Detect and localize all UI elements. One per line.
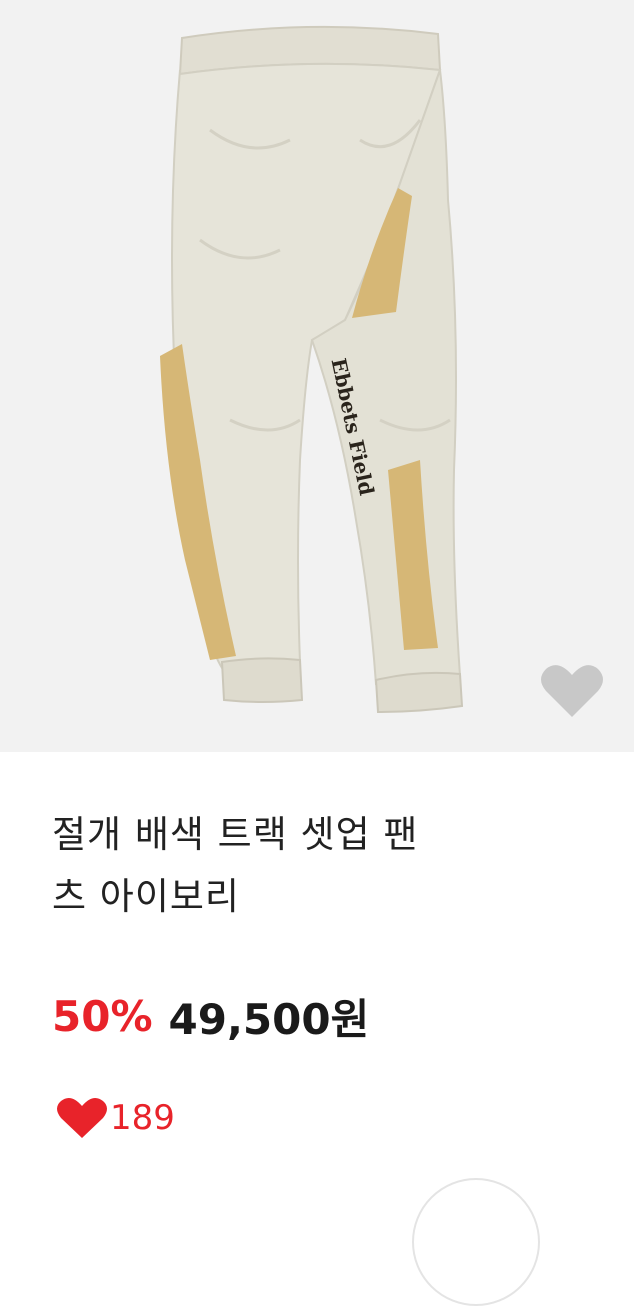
heart-icon xyxy=(541,665,603,717)
product-image[interactable]: Ebbets Field xyxy=(0,0,634,752)
product-title-line2: 츠 아이보리 xyxy=(52,875,240,918)
wishlist-button[interactable] xyxy=(536,660,608,722)
product-title-line1: 절개 배색 트랙 셋업 팬 xyxy=(52,813,419,856)
like-count-row: 189 xyxy=(56,1096,175,1140)
sale-price: 49,500원 xyxy=(168,994,370,1044)
price-row: 50% 49,500원 xyxy=(52,988,369,1044)
product-title: 절개 배색 트랙 셋업 팬 츠 아이보리 xyxy=(52,804,592,928)
like-count: 189 xyxy=(110,1098,175,1138)
floating-action-button[interactable] xyxy=(412,1178,540,1306)
discount-rate: 50% xyxy=(52,991,153,1041)
product-photo-pants xyxy=(160,25,464,714)
heart-icon xyxy=(57,1097,107,1138)
